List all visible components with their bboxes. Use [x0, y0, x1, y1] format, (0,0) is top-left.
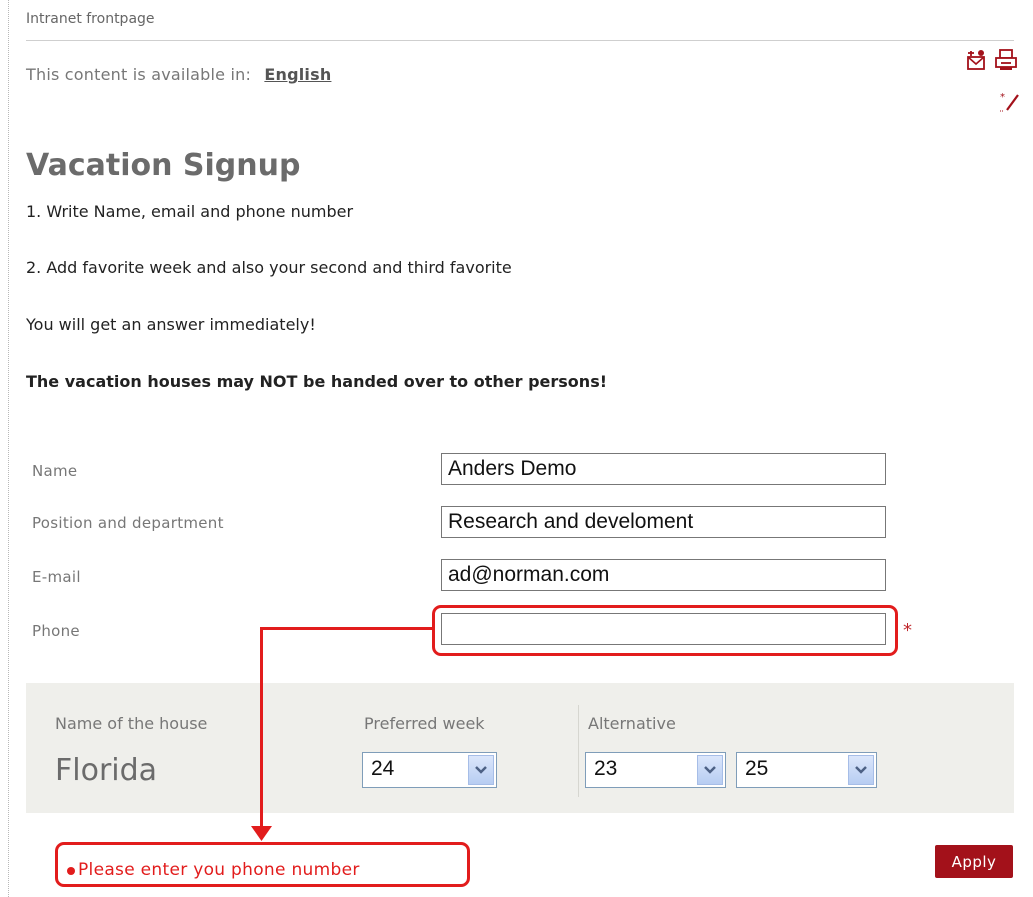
- svg-text:*: *: [1000, 92, 1005, 103]
- annotation-arrow-icon: [251, 826, 272, 841]
- required-marker: *: [903, 620, 912, 641]
- email-field[interactable]: [441, 559, 886, 591]
- position-field[interactable]: [441, 506, 886, 538]
- email-label: E-mail: [32, 568, 81, 586]
- header-divider: [26, 40, 1014, 41]
- page-title: Vacation Signup: [26, 148, 301, 183]
- house-name-label: Name of the house: [55, 714, 208, 733]
- house-name-value: Florida: [55, 753, 158, 788]
- email-page-icon[interactable]: [965, 48, 989, 72]
- annotation-connector-vertical: [260, 627, 263, 832]
- error-bullet: [67, 867, 75, 875]
- instruction-warning: The vacation houses may NOT be handed ov…: [26, 372, 608, 391]
- instruction-1: 1. Write Name, email and phone number: [26, 202, 354, 221]
- phone-label: Phone: [32, 622, 80, 640]
- chevron-down-icon[interactable]: [848, 755, 874, 785]
- language-line: This content is available in: English: [26, 65, 331, 84]
- language-prefix: This content is available in:: [26, 65, 252, 84]
- preferred-week-value: 24: [371, 757, 395, 780]
- phone-highlight: [432, 605, 898, 656]
- instruction-2: 2. Add favorite week and also your secon…: [26, 258, 512, 277]
- chevron-down-icon[interactable]: [468, 755, 494, 785]
- preferred-week-label: Preferred week: [364, 714, 485, 733]
- edit-icon[interactable]: *: [998, 90, 1022, 114]
- left-border: [8, 0, 9, 897]
- preferred-week-select[interactable]: 24: [362, 752, 497, 788]
- apply-button[interactable]: Apply: [935, 845, 1013, 878]
- language-link-english[interactable]: English: [264, 65, 331, 84]
- house-panel: [26, 683, 1014, 813]
- name-field[interactable]: [441, 453, 886, 485]
- name-label: Name: [32, 462, 78, 480]
- alternative-week-2-value: 25: [745, 757, 769, 780]
- position-label: Position and department: [32, 514, 224, 532]
- breadcrumb[interactable]: Intranet frontpage: [26, 11, 155, 27]
- chevron-down-icon[interactable]: [697, 755, 723, 785]
- instruction-3: You will get an answer immediately!: [26, 315, 316, 334]
- alternative-label: Alternative: [588, 714, 676, 733]
- panel-divider: [578, 705, 579, 797]
- annotation-connector-horizontal: [260, 627, 434, 630]
- alternative-week-2-select[interactable]: 25: [736, 752, 877, 788]
- alternative-week-1-value: 23: [594, 757, 618, 780]
- alternative-week-1-select[interactable]: 23: [585, 752, 726, 788]
- error-message: Please enter you phone number: [78, 860, 360, 880]
- print-icon[interactable]: [994, 48, 1018, 72]
